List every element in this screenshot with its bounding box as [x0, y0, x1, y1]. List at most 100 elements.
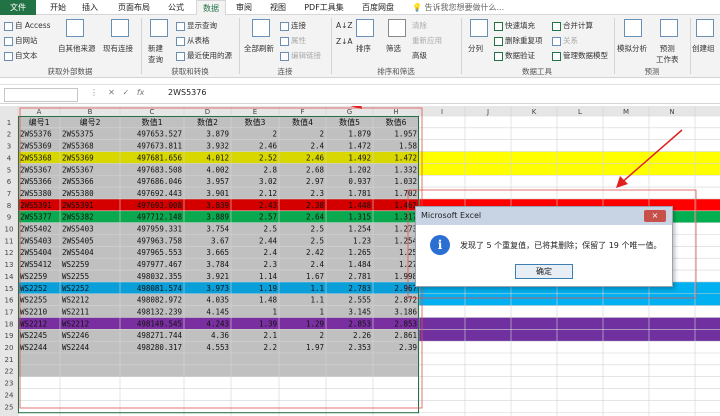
cell[interactable]: 2WS5404	[62, 248, 94, 257]
advanced-button[interactable]: 高级	[412, 50, 427, 61]
cell[interactable]: 497673.811	[137, 142, 182, 151]
tab-page-layout[interactable]: 页面布局	[112, 0, 156, 15]
fx-icon[interactable]: fx	[137, 88, 145, 97]
column-header-K[interactable]: K	[532, 108, 537, 116]
cell[interactable]: 1.1	[310, 296, 324, 305]
cell[interactable]: 2WS5403	[62, 225, 94, 234]
cell[interactable]: 数值1	[142, 117, 163, 127]
cell[interactable]: 1.97	[306, 343, 324, 352]
row-header[interactable]: 20	[5, 344, 14, 352]
cell[interactable]: 编号1	[29, 117, 50, 127]
dropdown-icon[interactable]: ⋮	[90, 88, 98, 97]
cell[interactable]: WS2212	[20, 319, 47, 328]
column-header-L[interactable]: L	[578, 108, 582, 116]
cell[interactable]: 2WS5380	[62, 189, 94, 198]
cell[interactable]: 1.957	[394, 130, 417, 139]
tab-baidu-netdisk[interactable]: 百度网盘	[356, 0, 400, 15]
cell[interactable]: 2WS5380	[20, 189, 52, 198]
cell[interactable]: 2.5	[310, 236, 324, 245]
cell[interactable]: 3.901	[206, 189, 229, 198]
row-header[interactable]: 17	[5, 308, 14, 316]
new-query-button[interactable]: 新建 查询	[148, 43, 163, 65]
cell[interactable]: 编号2	[80, 117, 101, 127]
cell[interactable]: 1.879	[348, 130, 371, 139]
cell[interactable]: 2.1	[263, 331, 277, 340]
cell[interactable]: 497712.148	[137, 213, 183, 222]
cell[interactable]: 498082.972	[137, 296, 182, 305]
cell[interactable]: 4.035	[206, 296, 229, 305]
cell[interactable]: 3.957	[206, 177, 229, 186]
row-header[interactable]: 19	[5, 332, 14, 340]
cell[interactable]: 497692.443	[137, 189, 182, 198]
cell[interactable]: WS2255	[20, 296, 47, 305]
connections-button[interactable]: 连接	[280, 20, 306, 31]
cell[interactable]: 1.14	[259, 272, 278, 281]
cell[interactable]: 1.273	[394, 225, 417, 234]
cell[interactable]: 497681.656	[137, 153, 183, 162]
cell[interactable]: 2.555	[348, 296, 371, 305]
cell[interactable]: 2.8	[263, 165, 277, 174]
cell[interactable]: 2.46	[306, 153, 325, 162]
cell[interactable]: 2	[319, 331, 324, 340]
cell[interactable]: 497963.758	[137, 236, 183, 245]
cell[interactable]: 1.265	[348, 248, 371, 257]
cell[interactable]: 3.839	[206, 201, 229, 210]
sort-button[interactable]: 排序	[356, 43, 371, 54]
relationships-button[interactable]: 关系	[552, 35, 578, 46]
cell[interactable]: 2WS5369	[62, 153, 94, 162]
cell[interactable]: 3.186	[394, 307, 417, 316]
cell[interactable]: 1.781	[348, 189, 371, 198]
cell[interactable]: 2	[272, 130, 277, 139]
cell[interactable]: 1	[319, 307, 324, 316]
cell[interactable]: 497977.467	[137, 260, 182, 269]
column-header-H[interactable]: H	[393, 108, 398, 116]
cell[interactable]: 数值2	[197, 117, 218, 127]
cell[interactable]: 2WS5391	[20, 201, 52, 210]
cell[interactable]: 1.315	[348, 213, 371, 222]
row-header[interactable]: 23	[5, 380, 14, 388]
formula-input[interactable]: 2WS5376	[168, 88, 206, 97]
show-queries-button[interactable]: 显示查询	[176, 20, 217, 31]
sort-za-button[interactable]: Z↓A	[336, 37, 353, 46]
cell[interactable]: 2.44	[259, 236, 278, 245]
cell[interactable]: 1.484	[348, 260, 371, 269]
cell[interactable]: 2.42	[306, 248, 324, 257]
cell[interactable]: 1.448	[348, 201, 371, 210]
cell[interactable]: WS2252	[62, 284, 89, 293]
cell[interactable]: WS2210	[20, 307, 48, 316]
cell[interactable]: 497683.508	[137, 165, 183, 174]
cell[interactable]: 2WS5367	[20, 165, 52, 174]
cell[interactable]: 497965.553	[137, 248, 182, 257]
cell[interactable]: WS2259	[20, 272, 47, 281]
cell[interactable]: 2.853	[394, 319, 417, 328]
create-group-button[interactable]: 创建组	[692, 43, 715, 54]
row-header[interactable]: 15	[5, 285, 14, 293]
cell[interactable]: 3.784	[206, 260, 229, 269]
cell[interactable]: 2WS5369	[20, 142, 52, 151]
cell[interactable]: 3.754	[206, 225, 229, 234]
refresh-all-button[interactable]: 全部刷新	[244, 43, 274, 54]
cell[interactable]: 1.492	[348, 153, 371, 162]
cell[interactable]: 3.889	[206, 213, 229, 222]
cell[interactable]: 3.932	[206, 142, 229, 151]
tab-review[interactable]: 审阅	[230, 0, 258, 15]
reapply-button[interactable]: 重新应用	[412, 35, 442, 46]
cell[interactable]: 497693.008	[137, 201, 183, 210]
cell[interactable]: 498132.239	[137, 307, 182, 316]
name-box[interactable]	[4, 88, 78, 102]
from-text-button[interactable]: 自文本	[4, 50, 38, 61]
column-header-D[interactable]: D	[205, 108, 210, 116]
flash-fill-button[interactable]: 快速填充	[494, 20, 535, 31]
tab-data[interactable]: 数据	[196, 0, 226, 15]
what-if-analysis-button[interactable]: 模拟分析	[617, 43, 647, 54]
cell[interactable]: 2.861	[394, 331, 417, 340]
cell[interactable]: 2WS5405	[62, 236, 94, 245]
row-header[interactable]: 4	[7, 154, 12, 162]
cell[interactable]: 2.4	[310, 260, 324, 269]
cell[interactable]: 2WS5404	[20, 248, 52, 257]
cell[interactable]: 1.317	[394, 213, 417, 222]
column-header-C[interactable]: C	[150, 108, 155, 116]
cell[interactable]: 2.5	[263, 225, 277, 234]
row-header[interactable]: 18	[5, 320, 14, 328]
cell[interactable]: 3.665	[206, 248, 229, 257]
